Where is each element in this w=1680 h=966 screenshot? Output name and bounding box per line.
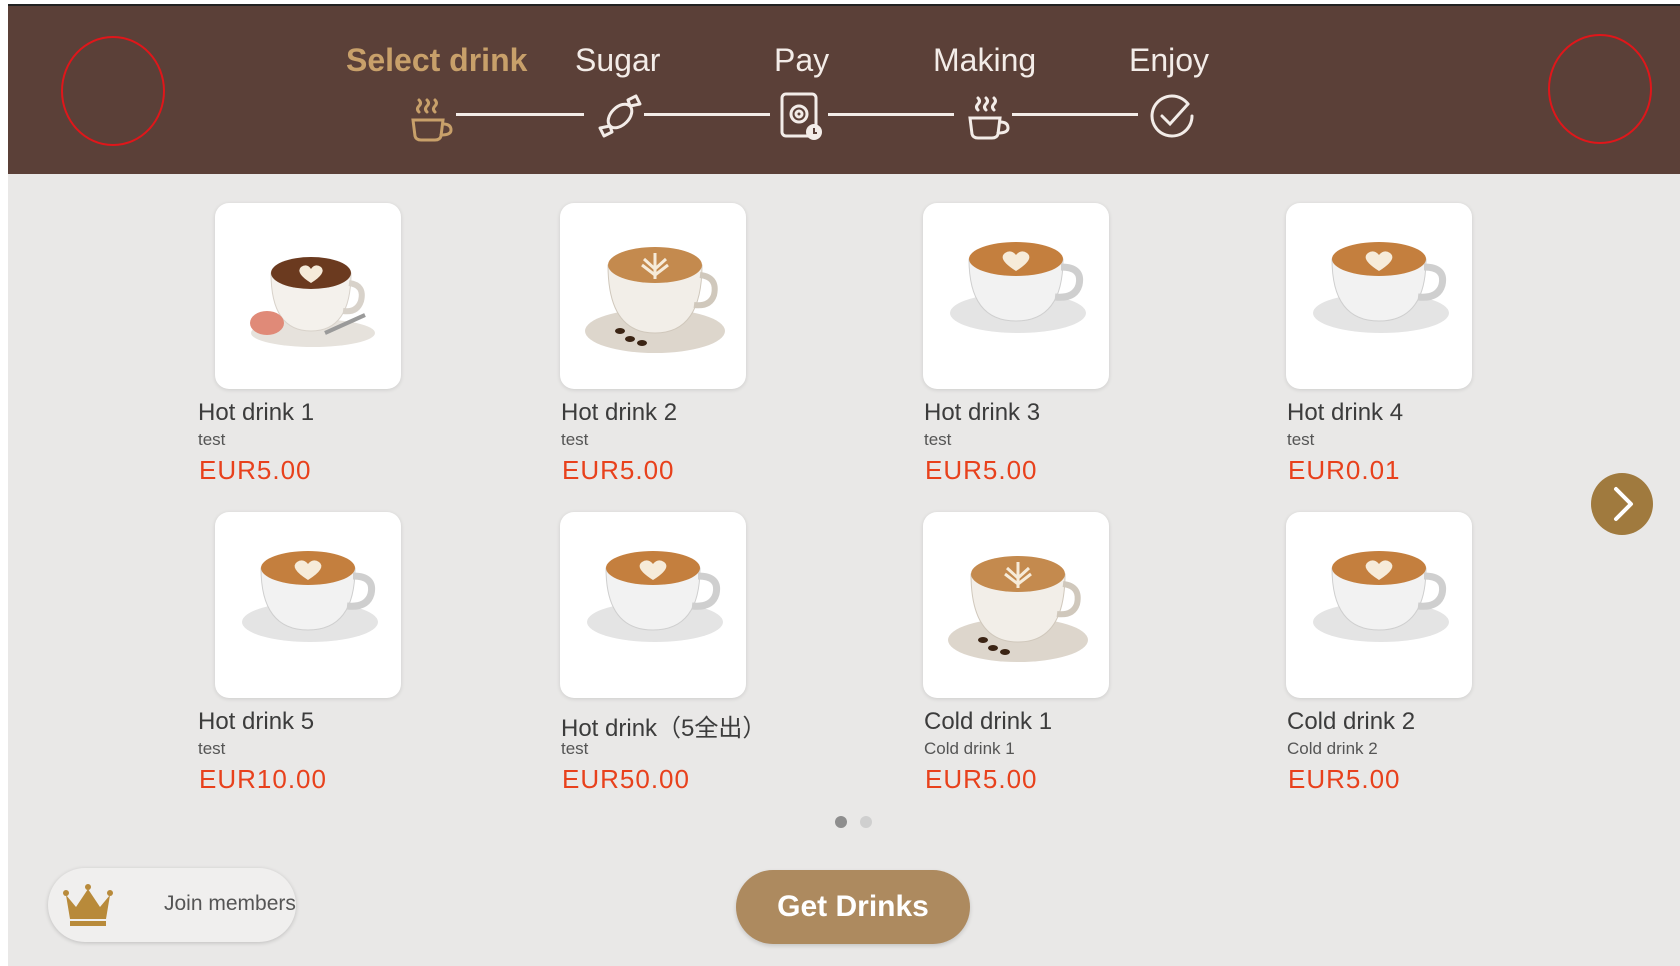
- chevron-right-icon: [1591, 473, 1653, 535]
- step-connector: [456, 113, 584, 116]
- product-price: EUR10.00: [199, 764, 327, 795]
- candy-icon: [592, 88, 648, 144]
- product-card-3[interactable]: [923, 203, 1109, 389]
- product-card-1[interactable]: [215, 203, 401, 389]
- product-desc: test: [924, 430, 951, 450]
- product-name: Hot drink 1: [198, 399, 314, 427]
- next-page-button[interactable]: [1591, 473, 1653, 535]
- product-price: EUR0.01: [1288, 455, 1401, 486]
- step-label-pay: Pay: [774, 42, 829, 79]
- get-drinks-button[interactable]: Get Drinks: [736, 870, 970, 944]
- step-connector: [1012, 113, 1138, 116]
- steaming-cup-icon: [401, 88, 457, 144]
- product-desc: test: [198, 739, 225, 759]
- page-dot[interactable]: [860, 816, 872, 828]
- product-card-8[interactable]: [1286, 512, 1472, 698]
- product-card-7[interactable]: [923, 512, 1109, 698]
- join-members-label: Join members: [164, 892, 296, 916]
- latte-heart-white-cup-image: [923, 203, 1109, 389]
- crown-icon: [62, 883, 114, 927]
- app-screen: Select drink Sugar Pay Making Enjoy: [8, 4, 1680, 966]
- check-circle-icon: [1144, 88, 1200, 144]
- page-dot-active[interactable]: [835, 816, 847, 828]
- highlight-circle-right[interactable]: [1548, 34, 1652, 144]
- product-card-5[interactable]: [215, 512, 401, 698]
- product-desc: test: [561, 430, 588, 450]
- step-label-making: Making: [933, 42, 1036, 79]
- latte-heart-white-cup-image: [215, 512, 401, 698]
- latte-heart-white-cup-image: [1286, 512, 1472, 698]
- step-label-enjoy: Enjoy: [1129, 42, 1209, 79]
- latte-fern-with-beans-image: [923, 512, 1109, 698]
- product-name: Hot drink 4: [1287, 399, 1403, 427]
- product-name: Hot drink 2: [561, 399, 677, 427]
- product-desc: test: [561, 739, 588, 759]
- product-desc: Cold drink 1: [924, 739, 1015, 759]
- product-name: Hot drink 3: [924, 399, 1040, 427]
- step-connector: [828, 113, 954, 116]
- latte-heart-with-macaron-image: [215, 203, 401, 389]
- join-members-button[interactable]: Join members: [48, 868, 296, 942]
- highlight-circle-left[interactable]: [61, 36, 165, 146]
- product-desc: Cold drink 2: [1287, 739, 1378, 759]
- brewing-cup-icon: [958, 88, 1014, 144]
- latte-fern-with-beans-image: [560, 203, 746, 389]
- product-price: EUR50.00: [562, 764, 690, 795]
- product-card-2[interactable]: [560, 203, 746, 389]
- product-price: EUR5.00: [562, 455, 675, 486]
- product-name: Cold drink 2: [1287, 708, 1415, 736]
- step-label-select-drink: Select drink: [346, 42, 527, 79]
- product-price: EUR5.00: [925, 764, 1038, 795]
- product-price: EUR5.00: [925, 455, 1038, 486]
- product-card-6[interactable]: [560, 512, 746, 698]
- latte-heart-white-cup-image: [1286, 203, 1472, 389]
- product-name: Cold drink 1: [924, 708, 1052, 736]
- payment-scan-icon: [774, 88, 830, 144]
- product-price: EUR5.00: [1288, 764, 1401, 795]
- product-card-4[interactable]: [1286, 203, 1472, 389]
- get-drinks-label: Get Drinks: [736, 890, 970, 924]
- latte-heart-white-cup-image: [560, 512, 746, 698]
- product-desc: test: [198, 430, 225, 450]
- product-name: Hot drink 5: [198, 708, 314, 736]
- progress-header: Select drink Sugar Pay Making Enjoy: [8, 6, 1680, 174]
- step-label-sugar: Sugar: [575, 42, 660, 79]
- product-name: Hot drink（5全出）: [561, 708, 766, 743]
- product-price: EUR5.00: [199, 455, 312, 486]
- product-desc: test: [1287, 430, 1314, 450]
- step-connector: [644, 113, 770, 116]
